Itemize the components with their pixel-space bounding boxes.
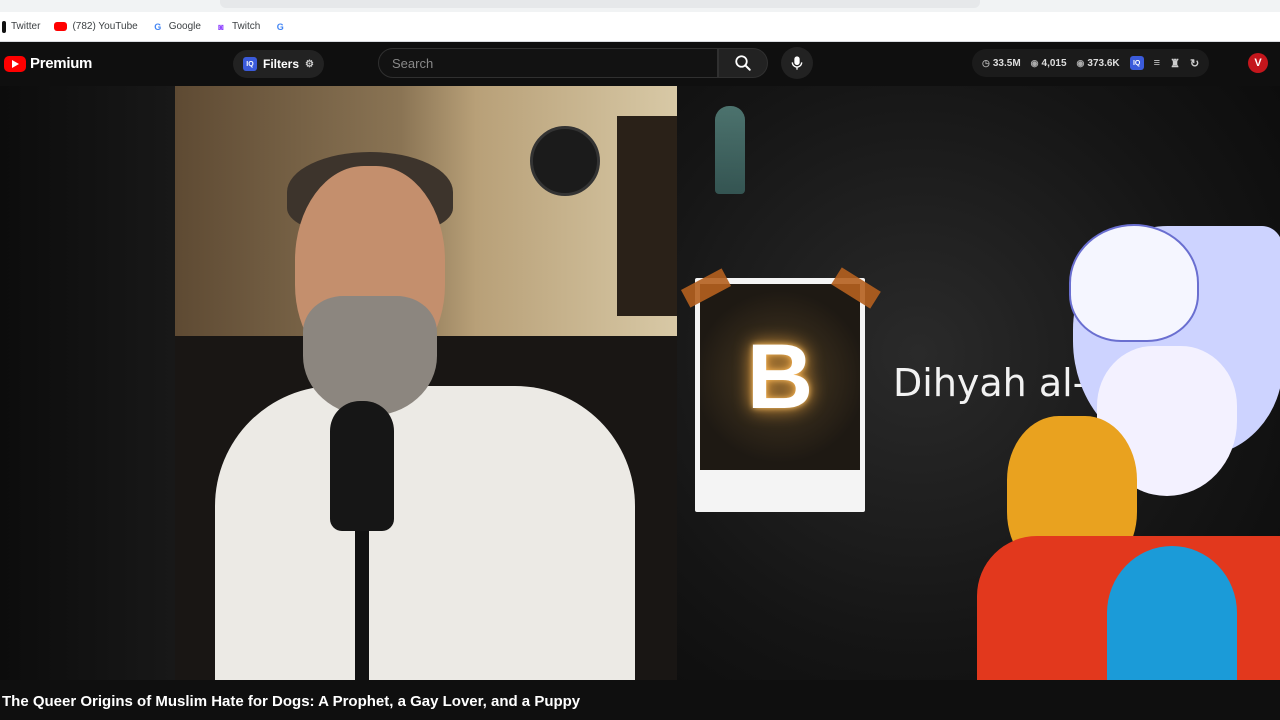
stat-watching-value: 373.6K bbox=[1087, 57, 1120, 69]
twitch-icon: ◙ bbox=[218, 21, 224, 32]
trophy-icon[interactable]: ♜ bbox=[1170, 57, 1180, 70]
search-input[interactable]: Search bbox=[378, 48, 718, 78]
video-player[interactable]: B Dihyah al- bbox=[0, 86, 1280, 680]
video-title-bar: The Queer Origins of Muslim Hate for Dog… bbox=[0, 680, 1280, 720]
bookmark-google[interactable]: G Google bbox=[152, 21, 201, 33]
bookmark-google-2[interactable]: G bbox=[274, 21, 286, 33]
bookmark-label: Google bbox=[168, 21, 201, 32]
google-icon: G bbox=[276, 21, 284, 32]
polaroid-card: B bbox=[695, 278, 865, 512]
voice-search-button[interactable] bbox=[781, 47, 813, 79]
statue-image bbox=[715, 106, 745, 194]
podcast-microphone-image bbox=[330, 401, 394, 531]
iq-icon[interactable]: IQ bbox=[1129, 56, 1144, 70]
video-letterbox bbox=[0, 86, 175, 680]
wall-clock-image bbox=[530, 126, 600, 196]
google-icon: G bbox=[154, 21, 162, 32]
bookmarks-bar: Twitter (782) YouTube G Google ◙ Twitch … bbox=[0, 12, 1280, 42]
logo-text: Premium bbox=[30, 55, 93, 72]
video-graphic-panel: B Dihyah al- bbox=[677, 86, 1280, 680]
filters-label: Filters bbox=[263, 57, 300, 71]
bookmark-label: Twitter bbox=[11, 21, 41, 32]
search-placeholder: Search bbox=[392, 55, 434, 71]
bookmark-youtube[interactable]: (782) YouTube bbox=[54, 21, 138, 32]
video-title: The Queer Origins of Muslim Hate for Dog… bbox=[2, 693, 581, 710]
stat-views-value: 33.5M bbox=[992, 57, 1021, 69]
youtube-header: Premium IQ Filters ⚙ Search ◷ 33.5M ◉ 4,… bbox=[0, 42, 1280, 86]
youtube-icon bbox=[54, 22, 68, 31]
search-icon bbox=[735, 55, 751, 71]
filters-button[interactable]: IQ Filters ⚙ bbox=[233, 50, 324, 78]
menu-lines-icon[interactable]: ≡ bbox=[1154, 57, 1160, 69]
shelf-image bbox=[617, 116, 677, 316]
vtuber-shirt bbox=[1107, 546, 1237, 680]
webcam-feed bbox=[175, 86, 677, 680]
iq-icon: IQ bbox=[243, 57, 257, 71]
bookmark-twitter[interactable]: Twitter bbox=[2, 20, 41, 33]
bookmark-twitch[interactable]: ◙ Twitch bbox=[215, 21, 260, 33]
stat-views: ◷ 33.5M bbox=[982, 58, 1021, 69]
person-shirt-image bbox=[215, 386, 635, 680]
polaroid-photo: B bbox=[700, 284, 860, 470]
avatar[interactable]: V bbox=[1248, 53, 1268, 73]
address-bar[interactable] bbox=[220, 0, 980, 8]
vtuber-mask bbox=[1069, 224, 1199, 342]
eye-icon: ◉ bbox=[1030, 57, 1039, 68]
bookmark-label: Twitch bbox=[231, 21, 261, 32]
microphone-icon bbox=[791, 56, 803, 70]
stat-viewers: ◉ 4,015 bbox=[1031, 58, 1067, 69]
search-button[interactable] bbox=[718, 48, 768, 78]
polaroid-letter: B bbox=[746, 325, 814, 428]
mic-stand-image bbox=[355, 526, 369, 680]
youtube-logo-icon bbox=[4, 55, 26, 72]
stat-viewers-value: 4,015 bbox=[1041, 57, 1067, 69]
stat-watching: ◉ 373.6K bbox=[1077, 58, 1120, 69]
browser-tab-strip bbox=[0, 0, 1280, 12]
sliders-icon: ⚙ bbox=[305, 58, 314, 70]
youtube-premium-logo[interactable]: Premium bbox=[4, 55, 92, 72]
x-icon bbox=[2, 20, 6, 33]
refresh-icon[interactable]: ↻ bbox=[1190, 57, 1199, 70]
stats-widget[interactable]: ◷ 33.5M ◉ 4,015 ◉ 373.6K IQ ≡ ♜ ↻ bbox=[972, 49, 1210, 77]
person-beard-image bbox=[303, 296, 437, 416]
bookmark-label: (782) YouTube bbox=[72, 21, 138, 32]
eye-icon: ◉ bbox=[1076, 57, 1085, 68]
clock-icon: ◷ bbox=[982, 57, 990, 68]
vtuber-avatar-image bbox=[977, 206, 1280, 680]
